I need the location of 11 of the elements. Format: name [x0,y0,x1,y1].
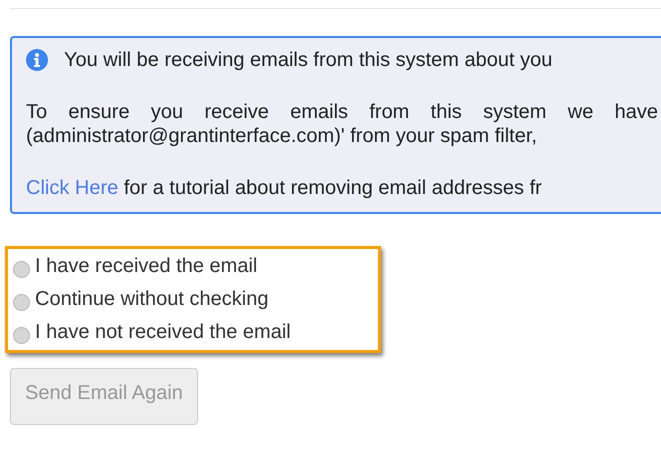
notice-text: To ensure you receive emails from this system we have [26,100,658,124]
notice-text: (administrator@grantinterface.com)' from your spam filter, [26,125,537,147]
option-label[interactable]: Continue without checking [35,282,268,314]
option-label[interactable]: I have received the email [35,250,258,282]
option-label[interactable]: I have not received the email [35,316,291,348]
radio-button[interactable] [13,261,30,278]
radio-button[interactable] [13,327,30,344]
notice-text: You will be receiving emails from this system about you [64,48,552,72]
info-icon [26,49,48,71]
radio-button[interactable] [13,294,30,311]
notice-text: for a tutorial about removing email addresses fr [124,177,542,199]
